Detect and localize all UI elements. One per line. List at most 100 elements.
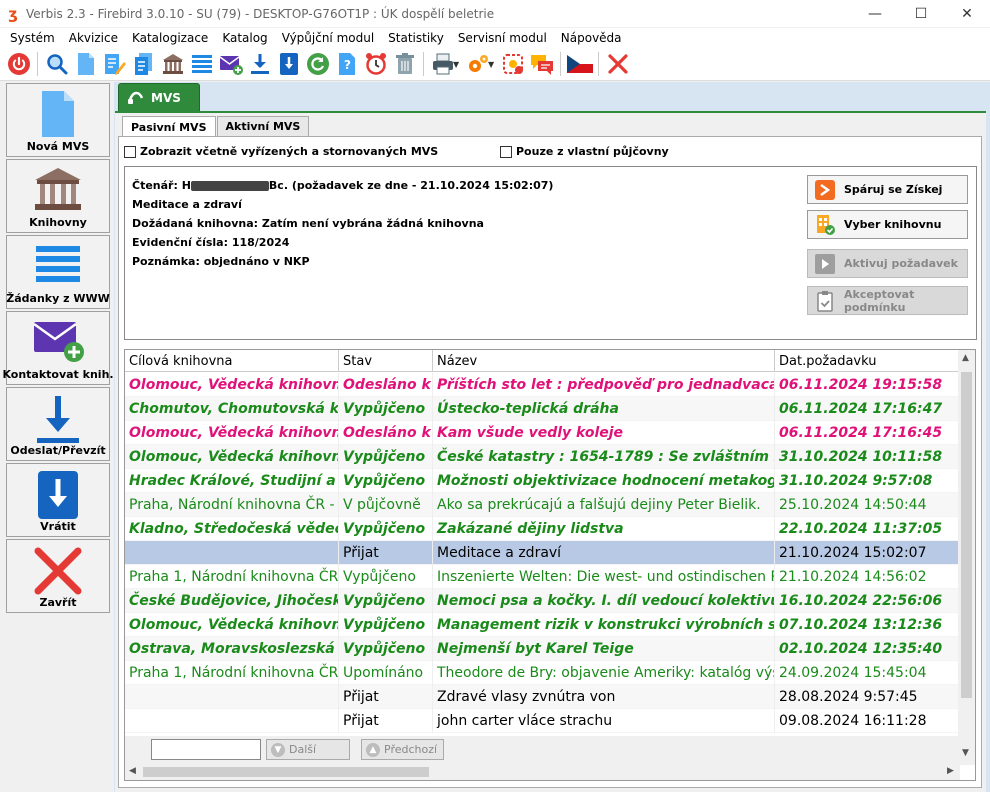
trash-icon[interactable] — [390, 49, 419, 79]
search-icon[interactable] — [42, 49, 71, 79]
cell-date: 31.10.2024 10:11:58 — [779, 449, 943, 465]
request-detail: Čtenář: H Bc. (požadavek ze dne - 21.10.2… — [124, 166, 977, 340]
new-mvs-button[interactable]: Nová MVS — [6, 83, 110, 157]
table-row[interactable]: Olomouc, Vědecká knihovna v OlomouciOdes… — [125, 373, 960, 397]
cell-status: Vypůjčeno — [339, 397, 433, 421]
scroll-thumb[interactable] — [143, 767, 429, 777]
return-book-icon[interactable] — [274, 49, 303, 79]
cell-title: Příštích sto let : předpověď pro jednadv… — [433, 373, 775, 397]
cell-title: Meditace a zdraví — [433, 541, 775, 565]
edit-document-icon[interactable] — [100, 49, 129, 79]
table-row[interactable]: Přijat john carter vláce strachu 09.08.202… — [125, 709, 960, 733]
vertical-scrollbar[interactable]: ▲ ▼ — [958, 350, 975, 765]
redacted-name — [190, 181, 269, 191]
horizontal-scrollbar[interactable]: ◀ ▶ — [125, 763, 960, 780]
gears-icon[interactable] — [463, 49, 492, 79]
scroll-down-icon[interactable]: ▼ — [962, 748, 969, 758]
tab-passive-mvs[interactable]: Pasivní MVS — [122, 116, 216, 137]
scroll-right-icon[interactable]: ▶ — [947, 766, 954, 776]
table-row[interactable]: Olomouc, Vědecká knihovna v OlomouciOdes… — [125, 421, 960, 445]
reader-label: Čtenář: — [132, 179, 182, 192]
next-button[interactable]: ▼ Další — [266, 739, 350, 760]
menu-statistiky[interactable]: Statistiky — [381, 31, 451, 45]
table-row[interactable]: Praha, Národní knihovna ČR - Slovanská k… — [125, 493, 960, 517]
cell-date: 21.10.2024 14:56:02 — [779, 569, 927, 585]
cell-title: České katastry : 1654-1789 : Se zvláštní… — [433, 445, 775, 469]
accept-condition-button[interactable]: Akceptovat podmínku — [807, 286, 968, 315]
scroll-thumb[interactable] — [961, 372, 972, 698]
menu-napoveda[interactable]: Nápověda — [554, 31, 629, 45]
czech-flag-icon[interactable] — [565, 49, 594, 79]
cell-title: Nejmenší byt Karel Teige — [433, 637, 775, 661]
menu-vypujcni-modul[interactable]: Výpůjční modul — [275, 31, 381, 45]
table-row[interactable]: Přijat Zdravé vlasy zvnútra von 28.08.2024… — [125, 685, 960, 709]
request-note: Poznámka: objednáno v NKP — [132, 255, 310, 268]
mail-add-icon[interactable] — [216, 49, 245, 79]
scroll-up-icon[interactable]: ▲ — [962, 353, 969, 363]
table-row[interactable]: Olomouc, Vědecká knihovna v OlomouciVypů… — [125, 613, 960, 637]
own-branch-checkbox[interactable]: Pouze z vlastní půjčovny — [500, 145, 669, 158]
return-button[interactable]: Vrátit — [6, 463, 110, 537]
close-icon[interactable] — [603, 49, 632, 79]
alarm-clock-icon[interactable] — [361, 49, 390, 79]
menu-system[interactable]: Systém — [3, 31, 62, 45]
maximize-button[interactable]: ☐ — [898, 0, 944, 27]
cell-title: Ústecko-teplická dráha — [433, 397, 775, 421]
checkbox-box[interactable] — [500, 145, 512, 158]
download-icon[interactable] — [245, 49, 274, 79]
refresh-icon[interactable] — [303, 49, 332, 79]
table-row[interactable]: Praha 1, Národní knihovna ČR (Klementinu… — [125, 661, 960, 685]
table-row[interactable]: Hradec Králové, Studijní a vědecká kniho… — [125, 469, 960, 493]
col-request-date[interactable]: Dat.požadavku — [775, 350, 960, 372]
col-status[interactable]: Stav — [339, 350, 433, 372]
libraries-button[interactable]: Knihovny — [6, 159, 110, 233]
table-row[interactable]: Praha 1, Národní knihovna ČR (Klementinu… — [125, 565, 960, 589]
menu-katalog[interactable]: Katalog — [215, 31, 274, 45]
close-window-button[interactable]: ✕ — [944, 0, 990, 27]
list-icon — [7, 242, 109, 290]
tab-mvs[interactable]: MVS — [118, 83, 200, 111]
col-target-library[interactable]: Cílová knihovna — [125, 350, 339, 372]
clipboard-check-icon — [814, 290, 836, 312]
www-requests-button[interactable]: Žádanky z WWW — [6, 235, 110, 309]
show-all-checkbox[interactable]: Zobrazit včetně vyřízených a stornovanýc… — [124, 145, 438, 158]
copy-document-icon[interactable] — [129, 49, 158, 79]
return-label: Vrátit — [40, 520, 76, 533]
arrow-up-icon: ▲ — [366, 742, 380, 757]
printer-icon[interactable] — [428, 49, 457, 79]
help-document-icon[interactable]: ? — [332, 49, 361, 79]
messages-icon[interactable] — [527, 49, 556, 79]
list-icon[interactable] — [187, 49, 216, 79]
col-title[interactable]: Název — [433, 350, 775, 372]
arrow-down-icon: ▼ — [271, 742, 285, 757]
contact-library-button[interactable]: Kontaktovat knih. — [2, 311, 114, 385]
previous-button[interactable]: ▲ Předchozí — [361, 739, 444, 760]
close-button[interactable]: Zavřít — [6, 539, 110, 613]
table-row[interactable]: Přijat Meditace a zdraví 21.10.2024 15:02:… — [125, 541, 960, 565]
menu-akvizice[interactable]: Akvizice — [62, 31, 125, 45]
cell-title: Zdravé vlasy zvnútra von — [433, 685, 775, 709]
table-row[interactable]: Olomouc, Vědecká knihovna v OlomouciVypů… — [125, 445, 960, 469]
cell-library: Praha 1, Národní knihovna ČR (Klementinu… — [125, 565, 339, 589]
table-row[interactable]: Ostrava, Moravskoslezská vědecká knihovn… — [125, 637, 960, 661]
bug-report-icon[interactable] — [498, 49, 527, 79]
menu-servisni-modul[interactable]: Servisní modul — [451, 31, 554, 45]
table-row[interactable]: Chomutov, Chomutovská knihovnaVypůjčenoÚ… — [125, 397, 960, 421]
new-document-icon[interactable] — [71, 49, 100, 79]
checkbox-box[interactable] — [124, 145, 136, 158]
cell-date: 02.10.2024 12:35:40 — [779, 641, 943, 657]
minimize-button[interactable]: — — [852, 0, 898, 27]
scroll-left-icon[interactable]: ◀ — [129, 766, 136, 776]
power-icon[interactable] — [4, 49, 33, 79]
send-receive-button[interactable]: Odeslat/Převzít — [6, 387, 110, 461]
table-row[interactable]: Kladno, Středočeská vědecká knihovnaVypů… — [125, 517, 960, 541]
menu-katalogizace[interactable]: Katalogizace — [125, 31, 215, 45]
choose-library-button[interactable]: Vyber knihovnu — [807, 210, 968, 239]
find-input[interactable] — [151, 739, 261, 760]
library-building-icon[interactable] — [158, 49, 187, 79]
cell-library: Olomouc, Vědecká knihovna v Olomouci — [125, 613, 339, 637]
pair-ziskej-button[interactable]: Spáruj se Získej — [807, 175, 968, 204]
activate-request-button[interactable]: Aktivuj požadavek — [807, 249, 968, 278]
tab-active-mvs[interactable]: Aktivní MVS — [216, 116, 310, 136]
table-row[interactable]: České Budějovice, Jihočeská vědecká knih… — [125, 589, 960, 613]
